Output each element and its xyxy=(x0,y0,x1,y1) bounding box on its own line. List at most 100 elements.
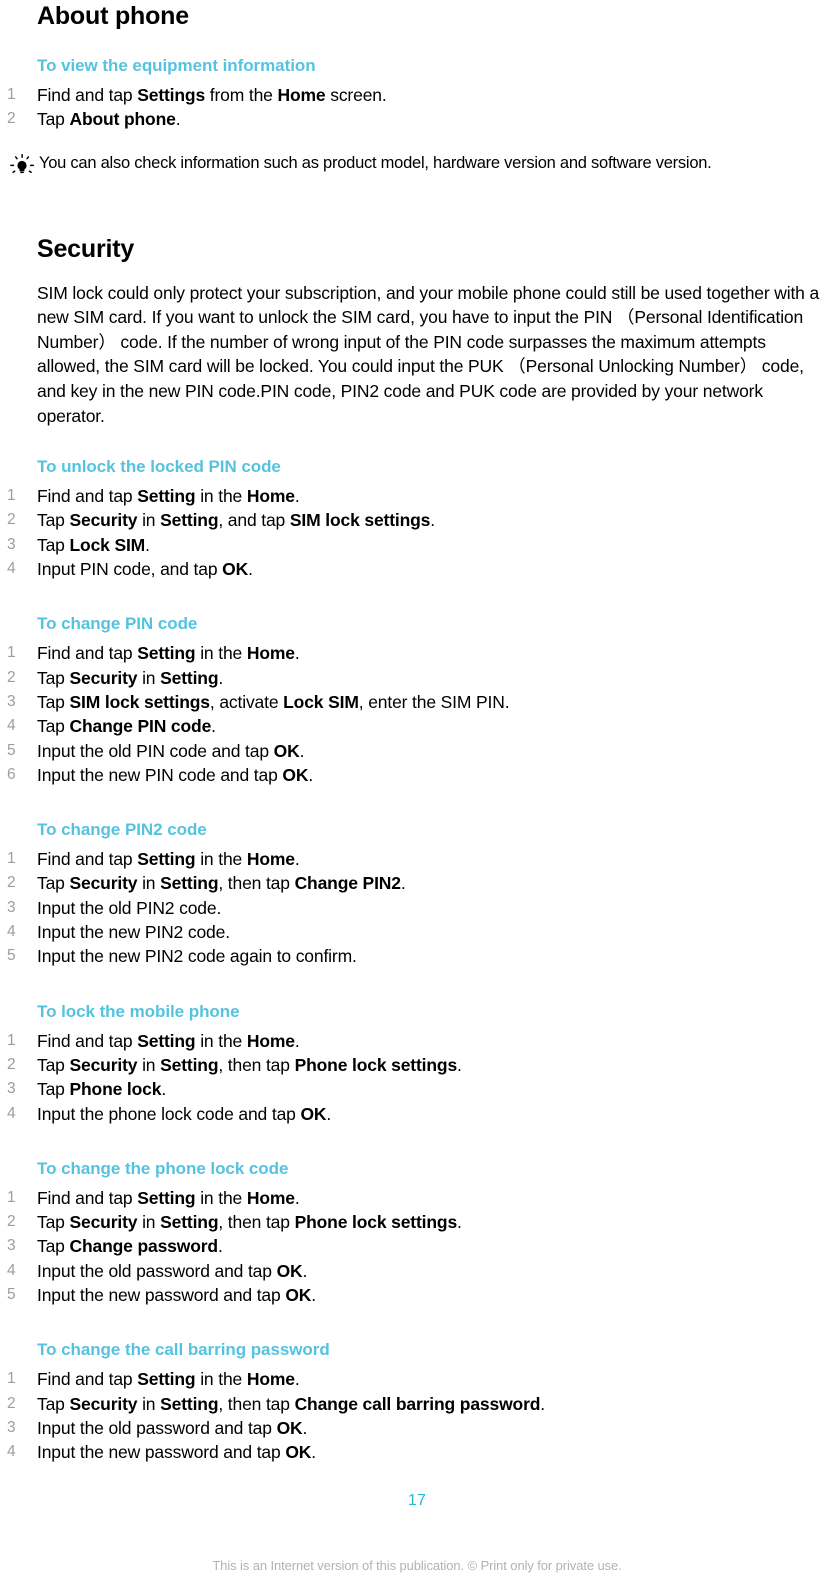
ui-term: OK xyxy=(273,740,300,761)
procedure-step: Tap Change password. xyxy=(7,1234,223,1259)
procedure-step: Tap Security in Setting, then tap Phone … xyxy=(7,1053,462,1078)
procedure-step: Find and tap Setting in the Home. xyxy=(7,1367,300,1392)
ui-term: Settings xyxy=(137,85,206,105)
ui-term: Change PIN code xyxy=(69,716,212,737)
ui-term: Change password xyxy=(69,1236,218,1257)
procedure-step: Find and tap Setting in the Home. xyxy=(7,1186,300,1211)
ui-term: Setting xyxy=(160,1054,219,1075)
manual-page: About phone To view the equipment inform… xyxy=(0,0,834,1588)
procedure-step: Tap Security in Setting, and tap SIM loc… xyxy=(7,508,435,533)
procedure-steps-unlock-pin: Find and tap Setting in the Home. Tap Sec… xyxy=(7,484,823,582)
ui-term: Security xyxy=(69,1212,138,1233)
procedure-step: Input the old PIN2 code. xyxy=(7,896,222,921)
procedure-heading-equipment-info: To view the equipment information xyxy=(37,56,316,75)
procedure-step: Tap Lock SIM. xyxy=(7,533,150,558)
ui-term: Security xyxy=(69,1393,138,1414)
security-description: SIM lock could only protect your subscri… xyxy=(37,282,820,426)
ui-term: Setting xyxy=(137,643,196,664)
procedure-heading-change-pin: To change PIN code xyxy=(37,614,198,634)
ui-term: Phone lock settings xyxy=(294,1212,458,1233)
ui-term: Phone lock settings xyxy=(294,1054,458,1075)
procedure-step: Input the phone lock code and tap OK. xyxy=(7,1102,332,1127)
ui-term: Setting xyxy=(160,510,219,531)
procedure-step: Tap Security in Setting, then tap Phone … xyxy=(7,1210,462,1235)
ui-term: Setting xyxy=(160,667,219,688)
ui-term: Setting xyxy=(137,1187,196,1208)
ui-term: Setting xyxy=(137,1369,196,1390)
page-number: 17 xyxy=(407,1492,427,1509)
ui-term: Home xyxy=(246,849,295,870)
procedure-steps-lock-phone: Find and tap Setting in the Home. Tap Sec… xyxy=(7,1029,823,1127)
ui-term: Home xyxy=(277,85,326,105)
procedure-steps-change-pin2: Find and tap Setting in the Home. Tap Sec… xyxy=(7,847,823,969)
procedure-step: Find and tap Setting in the Home. xyxy=(7,1029,300,1054)
footer-copyright-note: This is an Internet version of this publ… xyxy=(212,1558,622,1573)
procedure-step: Find and tap Setting in the Home. xyxy=(7,641,300,666)
ui-term: OK xyxy=(285,1442,312,1463)
procedure-step: Find and tap Setting in the Home. xyxy=(7,847,300,872)
ui-term: Setting xyxy=(160,1393,219,1414)
page-content: About phone To view the equipment inform… xyxy=(7,0,823,1465)
ui-term: Phone lock xyxy=(69,1079,162,1100)
ui-term: Change call barring password xyxy=(294,1393,541,1414)
ui-term: Setting xyxy=(137,1030,196,1051)
procedure-heading-change-pin2: To change PIN2 code xyxy=(37,820,207,840)
ui-term: Home xyxy=(246,643,295,664)
ui-term: OK xyxy=(276,1417,303,1438)
ui-term: Home xyxy=(246,1187,295,1208)
procedure-step: Input the new PIN2 code. xyxy=(7,920,230,945)
ui-term: OK xyxy=(276,1260,303,1281)
page-title: About phone xyxy=(37,2,189,30)
procedure-step: Tap SIM lock settings, activate Lock SIM… xyxy=(7,690,510,715)
procedure-step: Input the new password and tap OK. xyxy=(7,1440,316,1465)
procedure-step: Input the old PIN code and tap OK. xyxy=(7,739,305,764)
procedure-step: Input the new PIN2 code again to confirm… xyxy=(7,944,357,969)
ui-term: OK xyxy=(285,1284,312,1305)
tip-text: You can also check information such as p… xyxy=(39,153,712,172)
tip-note: You can also check information such as p… xyxy=(10,152,823,177)
procedure-heading-lock-phone: To lock the mobile phone xyxy=(37,1001,240,1021)
ui-term: OK xyxy=(282,764,309,785)
procedure-step: Tap About phone. xyxy=(7,107,181,132)
ui-term: About phone xyxy=(69,109,176,130)
ui-term: Setting xyxy=(160,1212,219,1233)
ui-term: SIM lock settings xyxy=(289,510,431,531)
procedure-step: Input the new PIN code and tap OK. xyxy=(7,763,314,788)
ui-term: Home xyxy=(246,1369,295,1390)
procedure-step: Tap Security in Setting. xyxy=(7,666,224,691)
procedure-heading-change-call-barring: To change the call barring password xyxy=(37,1340,330,1360)
ui-term: Lock SIM xyxy=(69,534,146,555)
ui-term: SIM lock settings xyxy=(69,691,210,712)
procedure-step: Input PIN code, and tap OK. xyxy=(7,557,253,582)
procedure-step: Tap Phone lock. xyxy=(7,1077,167,1102)
procedure-heading-change-phone-lock: To change the phone lock code xyxy=(37,1158,289,1178)
ui-term: Setting xyxy=(137,849,196,870)
ui-term: Security xyxy=(69,873,138,894)
procedure-step: Tap Change PIN code. xyxy=(7,714,216,739)
lightbulb-icon xyxy=(9,153,35,177)
ui-term: Home xyxy=(246,1030,295,1051)
procedure-step: Input the old password and tap OK. xyxy=(7,1416,308,1441)
procedure-steps-equipment-info: Find and tap Settings from the Home scre… xyxy=(7,83,823,132)
procedure-step: Find and tap Setting in the Home. xyxy=(7,484,300,509)
ui-term: Home xyxy=(246,486,295,507)
ui-term: Security xyxy=(69,510,138,531)
procedure-step: Input the new password and tap OK. xyxy=(7,1283,316,1308)
ui-term: Setting xyxy=(160,873,219,894)
ui-term: Lock SIM xyxy=(283,691,359,712)
procedure-step: Tap Security in Setting, then tap Change… xyxy=(7,871,406,896)
ui-term: Change PIN2 xyxy=(294,873,401,894)
ui-term: Security xyxy=(69,667,138,688)
ui-term: Security xyxy=(69,1054,138,1075)
procedure-steps-change-phone-lock: Find and tap Setting in the Home. Tap Sec… xyxy=(7,1186,823,1308)
ui-term: OK xyxy=(300,1103,327,1124)
section-title-security: Security xyxy=(37,234,135,263)
ui-term: Setting xyxy=(137,486,196,507)
procedure-step: Input the old password and tap OK. xyxy=(7,1259,308,1284)
ui-term: OK xyxy=(222,559,249,580)
procedure-heading-unlock-pin: To unlock the locked PIN code xyxy=(37,457,281,477)
procedure-steps-change-call-barring: Find and tap Setting in the Home. Tap Sec… xyxy=(7,1367,823,1465)
procedure-step: Find and tap Settings from the Home scre… xyxy=(7,83,387,108)
procedure-steps-change-pin: Find and tap Setting in the Home. Tap Sec… xyxy=(7,641,823,788)
procedure-step: Tap Security in Setting, then tap Change… xyxy=(7,1392,546,1417)
